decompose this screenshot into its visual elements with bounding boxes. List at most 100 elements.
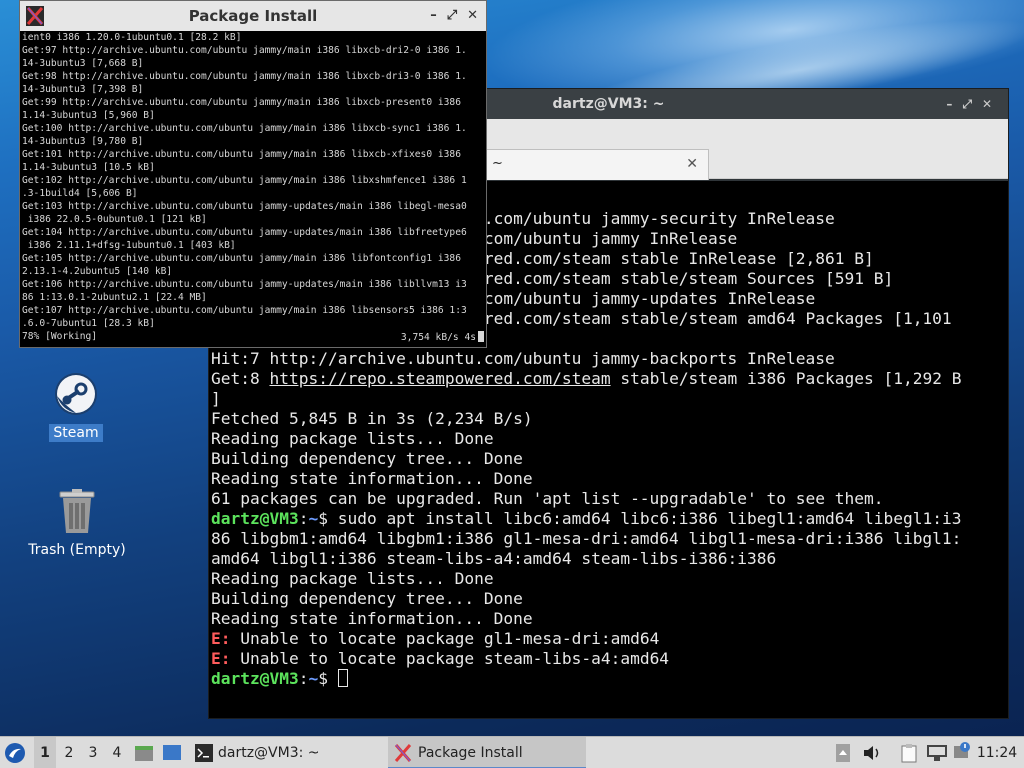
package-install-output[interactable]: ient0 i386 1.20.0-1ubuntu0.1 [28.2 kB] Ge… [20, 31, 486, 347]
tray-scroll-button[interactable] [836, 737, 850, 768]
progress-text: 78% [Working] [22, 331, 98, 342]
task-terminal[interactable]: dartz@VM3: ~ [190, 737, 380, 768]
terminal-text: : [298, 509, 309, 528]
terminal-text: E: [211, 649, 231, 668]
window-title: dartz@VM3: ~ [552, 96, 665, 112]
desktop-icon-steam[interactable]: Steam [46, 372, 106, 442]
desktop-icon-label: Steam [49, 424, 103, 442]
terminal-text: https://repo.steampowered.com/steam [269, 369, 611, 388]
tab-close-icon[interactable]: ✕ [686, 150, 698, 178]
package-output-line: Get:100 http://archive.ubuntu.com/ubuntu… [22, 123, 467, 134]
terminal-line: E: Unable to locate package steam-libs-a… [211, 649, 1006, 669]
terminal-line: Fetched 5,845 B in 3s (2,234 B/s) [211, 409, 1006, 429]
terminal-text: Fetched 5,845 B in 3s (2,234 B/s) [211, 409, 533, 428]
network-button[interactable] [926, 737, 948, 768]
package-output-line: .3-1build4 [5,606 B] [22, 188, 138, 199]
terminal-line: Get:8 https://repo.steampowered.com/stea… [211, 369, 1006, 389]
package-output-line: 14-3ubuntu3 [9,780 B] [22, 136, 144, 147]
terminal-text: ] [211, 389, 221, 408]
scrollbar-thumb[interactable] [478, 331, 484, 342]
maximize-icon[interactable]: ⤢ [962, 97, 982, 111]
terminal-line: dartz@VM3:~$ sudo apt install libc6:amd6… [211, 509, 1006, 529]
notification-icon [954, 742, 970, 758]
close-icon[interactable]: ✕ [982, 97, 1002, 111]
package-install-titlebar[interactable]: Package Install – ⤢ ✕ [20, 1, 486, 31]
workspace-3[interactable]: 3 [82, 737, 104, 768]
volume-icon [864, 746, 879, 760]
task-package-install[interactable]: Package Install [388, 737, 586, 768]
package-output-line: 14-3ubuntu3 [7,398 B] [22, 84, 144, 95]
task-label: Package Install [418, 745, 523, 761]
desktop-icon-label: Trash (Empty) [28, 542, 126, 558]
package-output-line: Get:103 http://archive.ubuntu.com/ubuntu… [22, 201, 467, 212]
show-desktop-launcher[interactable] [162, 737, 182, 768]
workspace-4[interactable]: 4 [106, 737, 128, 768]
terminal-line: 61 packages can be upgraded. Run 'apt li… [211, 489, 1006, 509]
terminal-icon [195, 744, 213, 762]
minimize-icon[interactable]: – [946, 97, 962, 111]
xlogo-icon [26, 6, 44, 26]
package-output-line: Get:97 http://archive.ubuntu.com/ubuntu … [22, 45, 467, 56]
terminal-line: Reading package lists... Done [211, 569, 1006, 589]
app-menu-button[interactable] [4, 737, 30, 768]
network-icon [927, 745, 947, 761]
file-manager-launcher[interactable] [134, 737, 154, 768]
package-output-line: Get:98 http://archive.ubuntu.com/ubuntu … [22, 71, 467, 82]
desktop-icon [163, 745, 181, 760]
window-title: Package Install [188, 7, 318, 25]
lubuntu-logo-icon [5, 743, 25, 763]
terminal-text: $ sudo apt install libc6:amd64 libc6:i38… [318, 509, 962, 528]
terminal-text: $ [318, 669, 338, 688]
taskbar: 1 2 3 4 dartz@VM3: ~ Package Install 11:… [0, 736, 1024, 768]
terminal-text: ~ [308, 509, 319, 528]
terminal-text: stable/steam i386 Packages [1,292 B [610, 369, 962, 388]
package-output-line: Get:102 http://archive.ubuntu.com/ubuntu… [22, 175, 467, 186]
xlogo-icon [394, 744, 412, 762]
desktop-icon-trash[interactable]: Trash (Empty) [22, 488, 132, 558]
terminal-text: ~ [308, 669, 319, 688]
terminal-cursor [337, 669, 348, 687]
terminal-text: E: [211, 629, 231, 648]
clipboard-button[interactable] [900, 737, 918, 768]
package-output-line: Get:99 http://archive.ubuntu.com/ubuntu … [22, 97, 461, 108]
package-output-line: 1.14-3ubuntu3 [10.5 kB] [22, 162, 155, 173]
package-output-line: Get:105 http://archive.ubuntu.com/ubuntu… [22, 253, 461, 264]
terminal-line: Building dependency tree... Done [211, 589, 1006, 609]
terminal-text: 61 packages can be upgraded. Run 'apt li… [211, 489, 884, 508]
terminal-text: amd64 libgl1:i386 steam-libs-a4:amd64 st… [211, 549, 777, 568]
package-install-window[interactable]: Package Install – ⤢ ✕ ient0 i386 1.20.0-1u… [19, 0, 487, 348]
terminal-text: Building dependency tree... Done [211, 589, 523, 608]
package-output-line: Get:101 http://archive.ubuntu.com/ubuntu… [22, 149, 461, 160]
terminal-text: dartz@VM3 [211, 509, 299, 528]
workspace-1[interactable]: 1 [34, 737, 56, 768]
minimize-icon[interactable]: – [430, 8, 437, 23]
package-output-line: 1.14-3ubuntu3 [5,960 B] [22, 110, 155, 121]
package-output-line: Get:104 http://archive.ubuntu.com/ubuntu… [22, 227, 467, 238]
package-output-line: ient0 i386 1.20.0-1ubuntu0.1 [28.2 kB] [22, 32, 242, 43]
volume-button[interactable] [862, 737, 882, 768]
file-manager-icon [135, 746, 153, 761]
terminal-line: Reading state information... Done [211, 609, 1006, 629]
close-icon[interactable]: ✕ [467, 8, 478, 23]
package-output-line: Get:107 http://archive.ubuntu.com/ubuntu… [22, 305, 467, 316]
workspace-2[interactable]: 2 [58, 737, 80, 768]
clock[interactable]: 11:24 [974, 737, 1020, 768]
terminal-line: amd64 libgl1:i386 steam-libs-a4:amd64 st… [211, 549, 1006, 569]
package-output-line: Get:106 http://archive.ubuntu.com/ubuntu… [22, 279, 467, 290]
package-output-line: 14-3ubuntu3 [7,668 B] [22, 58, 144, 69]
trash-icon [59, 489, 95, 533]
terminal-text: Unable to locate package steam-libs-a4:a… [230, 649, 670, 668]
terminal-line: Building dependency tree... Done [211, 449, 1006, 469]
terminal-text: Reading state information... Done [211, 609, 533, 628]
notification-button[interactable] [952, 737, 972, 768]
tab-label: ~ [492, 156, 503, 171]
package-output-line: 2.13.1-4.2ubuntu5 [140 kB] [22, 266, 173, 277]
terminal-text: Unable to locate package gl1-mesa-dri:am… [230, 629, 660, 648]
clipboard-icon [901, 744, 917, 763]
terminal-line: Hit:7 http://archive.ubuntu.com/ubuntu j… [211, 349, 1006, 369]
maximize-icon[interactable]: ⤢ [447, 8, 457, 23]
package-output-line: .6.0-7ubuntu1 [28.3 kB] [22, 318, 155, 329]
terminal-text: Reading state information... Done [211, 469, 533, 488]
terminal-line: Reading package lists... Done [211, 429, 1006, 449]
terminal-text: 86 libgbm1:amd64 libgbm1:i386 gl1-mesa-d… [211, 529, 962, 548]
